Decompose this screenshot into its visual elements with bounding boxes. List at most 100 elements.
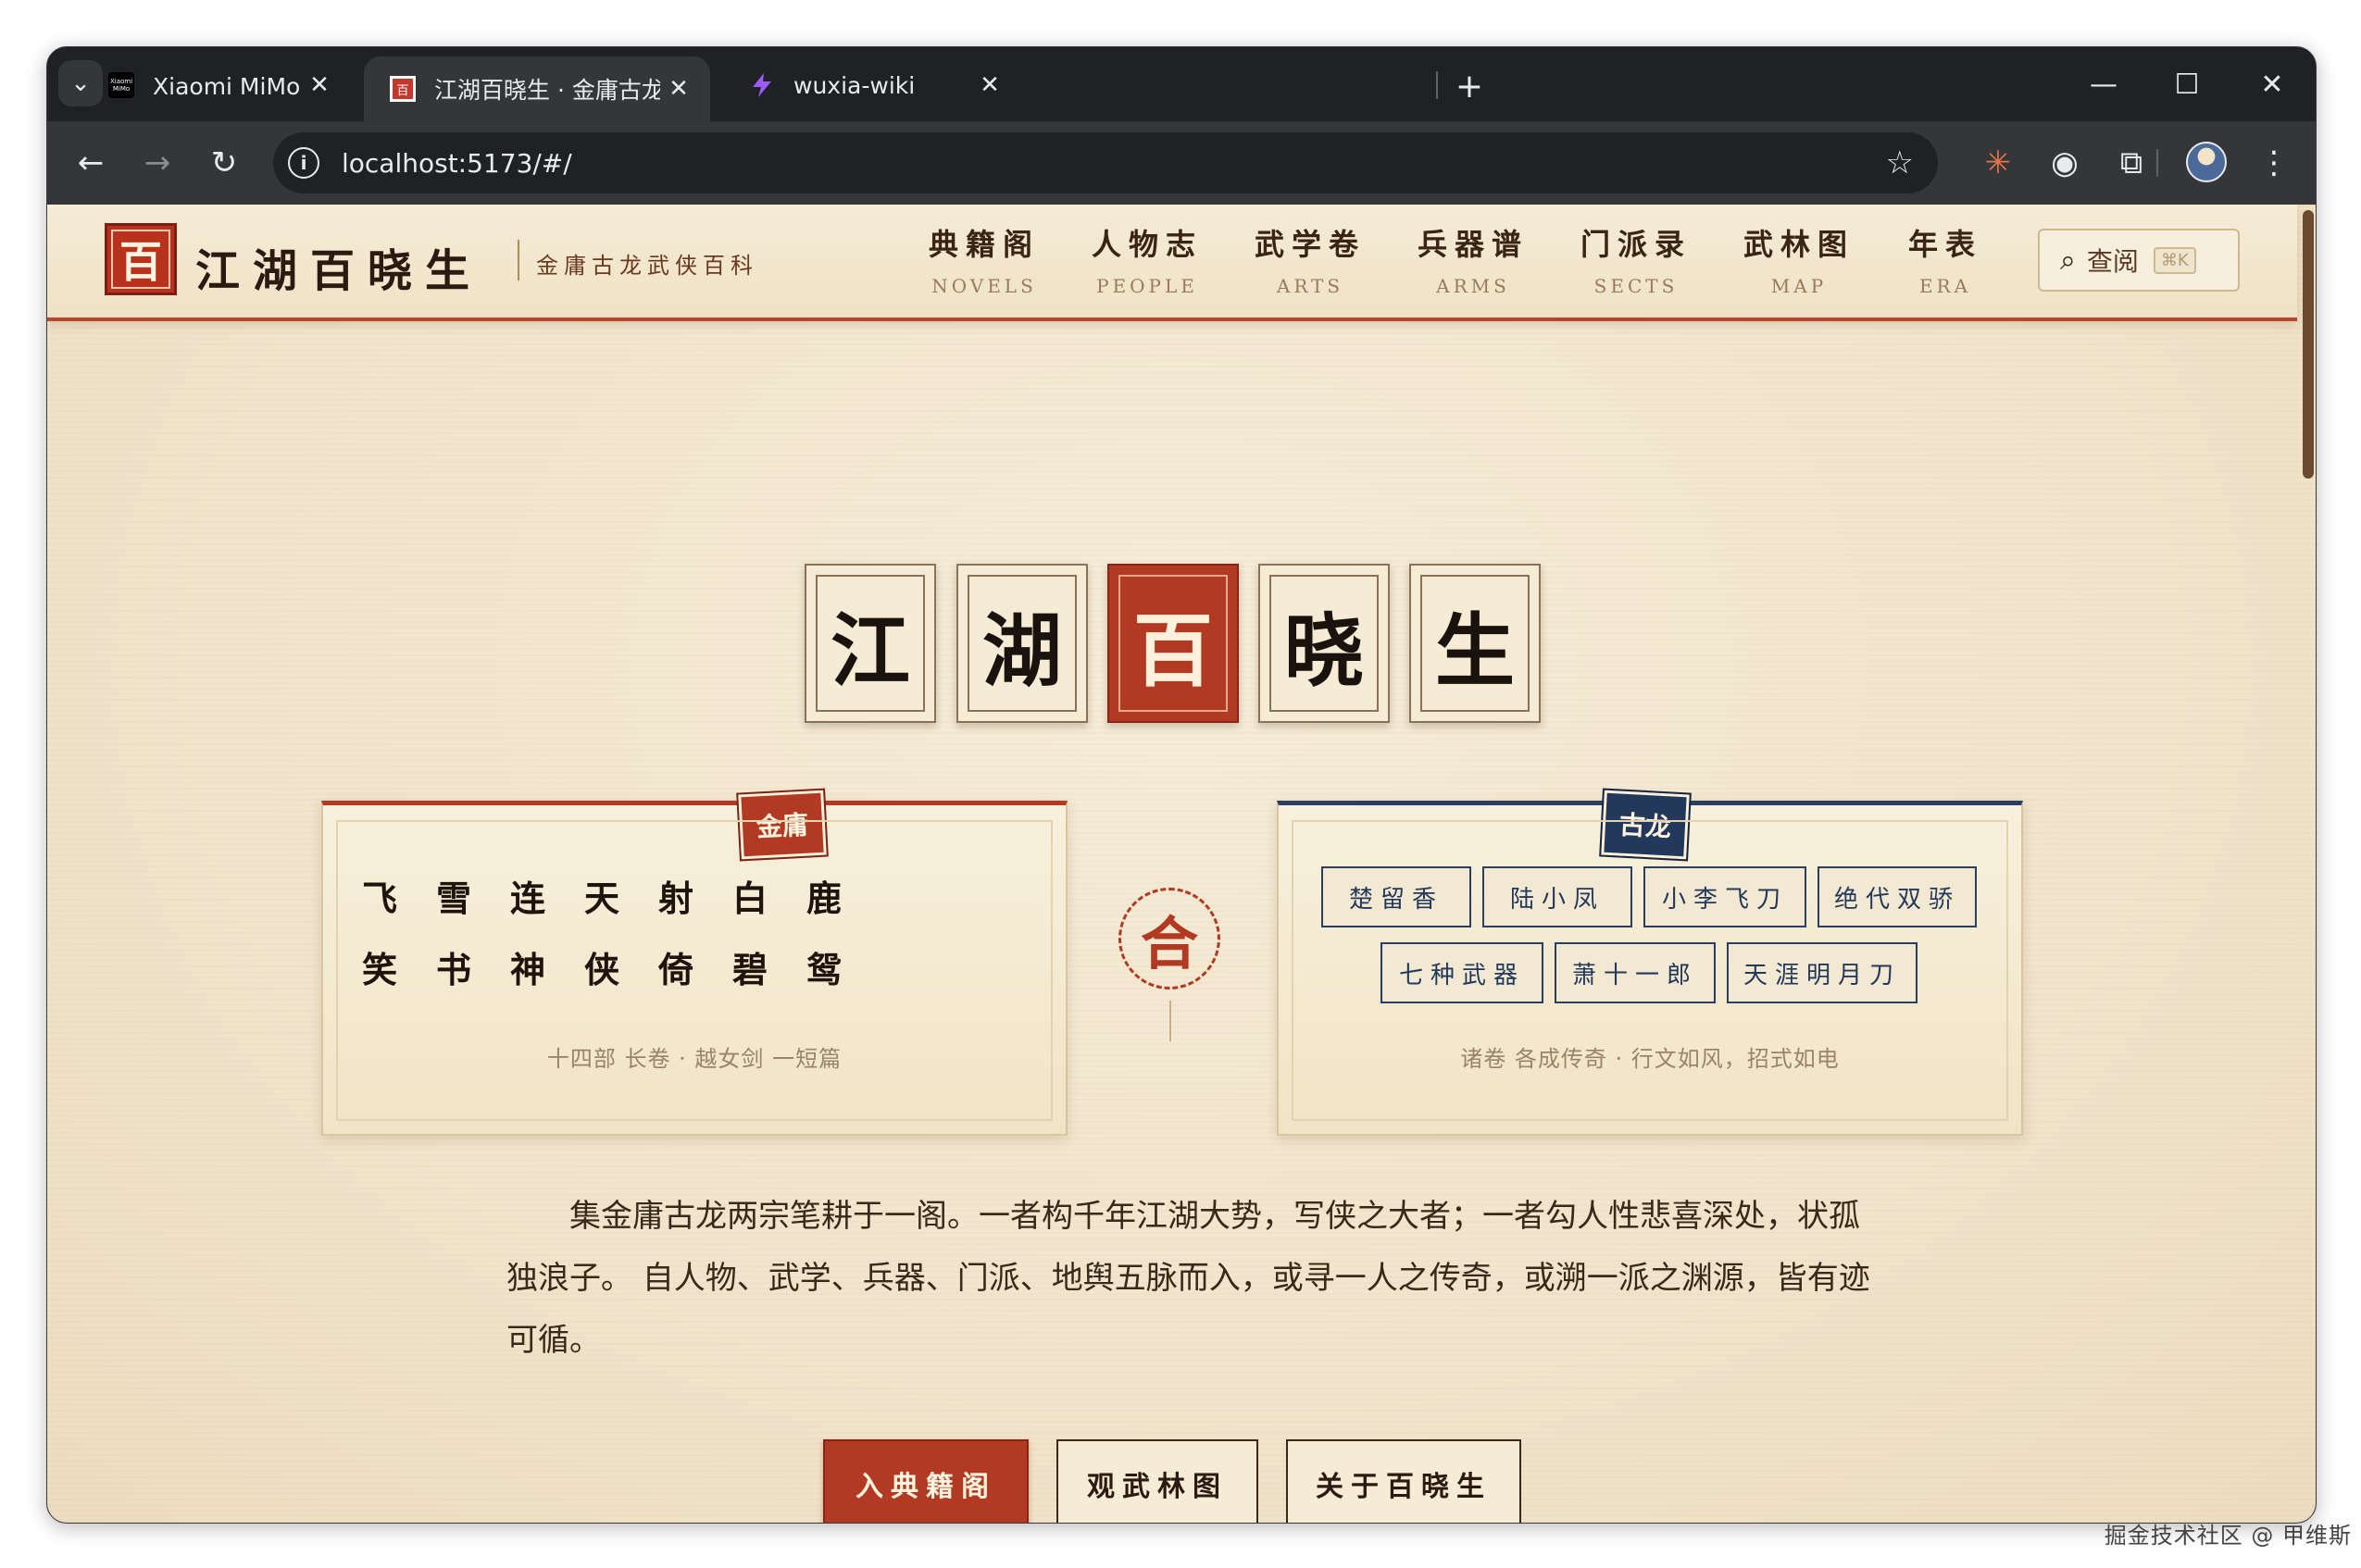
- tab-strip: ⌄ Xiaomi MiMo Xiaomi MiMo 开放平台 ✕ 百 江湖百晓生…: [47, 47, 2316, 121]
- novel-tag[interactable]: 楚留香: [1321, 866, 1471, 927]
- extensions-puzzle-icon[interactable]: ⧉: [2108, 140, 2155, 186]
- site-subtitle: 金庸古龙武侠百科: [536, 253, 758, 279]
- he-seal-icon: 合: [1118, 888, 1220, 989]
- novel-char[interactable]: 雪: [436, 870, 510, 921]
- tab-close-icon[interactable]: ✕: [971, 71, 1008, 99]
- novel-char[interactable]: 鹿: [806, 870, 881, 921]
- logo-seal-icon[interactable]: 百: [105, 223, 177, 295]
- url-text[interactable]: localhost:5173/#/: [342, 148, 1886, 179]
- intro-paragraph: 集金庸古龙两宗笔耕于一阁。一者构千年江湖大势，写侠之大者；一者勾人性悲喜深处，状…: [506, 1198, 1870, 1359]
- novel-tag[interactable]: 绝代双骄: [1818, 866, 1977, 927]
- novel-char[interactable]: 书: [436, 941, 510, 992]
- search-icon: ⌕: [2060, 243, 2076, 277]
- nav-label: 典籍阁: [928, 227, 1040, 262]
- nav-sublabel: NOVELS: [931, 275, 1037, 297]
- tab-separator: [1436, 71, 1438, 99]
- forward-button[interactable]: →: [134, 140, 181, 186]
- toolbar-divider: [2156, 149, 2158, 177]
- seal-divider-line: [1169, 1001, 1171, 1041]
- novel-tag[interactable]: 萧十一郎: [1555, 942, 1716, 1003]
- jinyong-couplet: 飞 雪 连 天 射 白 鹿 笑 书 神 侠 倚 碧 鸳: [362, 870, 881, 1013]
- novel-char[interactable]: 神: [510, 941, 584, 992]
- nav-label: 人物志: [1091, 227, 1203, 262]
- novel-char[interactable]: 侠: [584, 941, 658, 992]
- reload-button[interactable]: ↻: [201, 140, 247, 186]
- title-char: 生: [1435, 604, 1515, 698]
- novel-char[interactable]: 笑: [362, 941, 436, 992]
- novel-tag[interactable]: 小李飞刀: [1643, 866, 1806, 927]
- tab-mimo[interactable]: Xiaomi MiMo Xiaomi MiMo 开放平台 ✕: [82, 56, 351, 114]
- bookmark-star-icon[interactable]: ☆: [1886, 144, 1914, 181]
- new-tab-button[interactable]: +: [1447, 64, 1492, 108]
- tab-wuxia-wiki[interactable]: wuxia-wiki ✕: [723, 56, 1021, 114]
- address-bar[interactable]: i localhost:5173/#/ ☆: [273, 132, 1938, 193]
- site-title[interactable]: 江湖百晓生: [195, 234, 482, 299]
- title-tile-seal: 百: [1107, 564, 1239, 723]
- tab-wuxia-baike[interactable]: 百 江湖百晓生 · 金庸古龙武侠百科 ✕: [364, 56, 710, 121]
- minimize-button[interactable]: —: [2062, 60, 2145, 108]
- nav-people[interactable]: 人物志 PEOPLE: [1078, 221, 1217, 297]
- nav-novels[interactable]: 典籍阁 NOVELS: [915, 221, 1054, 297]
- gulong-card[interactable]: 古龙 楚留香 陆小凤 小李飞刀 绝代双骄 七种武器 萧十一郎 天涯明月刀 诸卷 …: [1277, 788, 2023, 1136]
- novel-tag[interactable]: 天涯明月刀: [1727, 942, 1918, 1003]
- back-button[interactable]: ←: [68, 140, 114, 186]
- nav-sublabel: ARTS: [1276, 275, 1344, 297]
- novel-char[interactable]: 飞: [362, 870, 436, 921]
- extension-claude-icon[interactable]: ✳: [1975, 140, 2021, 186]
- page-scrollbar[interactable]: [2303, 210, 2314, 479]
- nav-sublabel: ERA: [1918, 275, 1972, 297]
- view-map-button[interactable]: 观武林图: [1056, 1439, 1258, 1523]
- novel-tag[interactable]: 陆小凤: [1482, 866, 1632, 927]
- tab-title: 江湖百晓生 · 金庸古龙武侠百科: [434, 77, 660, 104]
- browser-menu-icon[interactable]: ⋮: [2251, 140, 2297, 186]
- gulong-row-2: 七种武器 萧十一郎 天涯明月刀: [1380, 942, 1918, 1003]
- nav-sublabel: ARMS: [1436, 275, 1510, 297]
- novel-char[interactable]: 连: [510, 870, 584, 921]
- couplet-row: 飞 雪 连 天 射 白 鹿: [362, 870, 881, 921]
- nav-sublabel: SECTS: [1593, 275, 1679, 297]
- novel-char[interactable]: 白: [732, 870, 806, 921]
- jinyong-card[interactable]: 金庸 飞 雪 连 天 射 白 鹿 笑 书 神 侠 倚 碧 鸳 十四部 长卷 · …: [321, 788, 1068, 1136]
- search-button[interactable]: ⌕ 查阅 ⌘K: [2038, 229, 2240, 292]
- nav-map[interactable]: 武林图 MAP: [1730, 221, 1868, 297]
- novel-char[interactable]: 碧: [732, 941, 806, 992]
- about-button[interactable]: 关于百晓生: [1286, 1439, 1521, 1523]
- shortcut-hint: ⌘K: [2153, 246, 2196, 274]
- nav-sublabel: MAP: [1770, 275, 1828, 297]
- title-tile: 晓: [1258, 564, 1390, 723]
- novel-tag[interactable]: 七种武器: [1380, 942, 1543, 1003]
- search-label: 查阅: [2086, 246, 2139, 277]
- novel-char[interactable]: 射: [658, 870, 732, 921]
- nav-label: 武林图: [1743, 227, 1855, 262]
- tab-title: wuxia-wiki: [793, 71, 916, 99]
- tab-close-icon[interactable]: ✕: [660, 75, 697, 103]
- novel-char[interactable]: 鸳: [806, 941, 881, 992]
- nav-era[interactable]: 年表 ERA: [1876, 221, 2015, 297]
- nav-sects[interactable]: 门派录 SECTS: [1567, 221, 1705, 297]
- title-tile: 生: [1409, 564, 1541, 723]
- tab-title: Xiaomi MiMo 开放平台: [153, 73, 301, 100]
- page-viewport: 百 江湖百晓生 金庸古龙武侠百科 典籍阁 NOVELS 人物志 PEOPLE 武…: [47, 205, 2316, 1523]
- jinyong-badge: 金庸: [736, 788, 829, 862]
- watermark-text: 掘金技术社区 @ 甲维斯: [2104, 1523, 2352, 1549]
- gulong-row-1: 楚留香 陆小凤 小李飞刀 绝代双骄: [1321, 866, 1977, 927]
- nav-arms[interactable]: 兵器谱 ARMS: [1404, 221, 1543, 297]
- profile-avatar[interactable]: [2186, 142, 2227, 182]
- nav-arts[interactable]: 武学卷 ARTS: [1241, 221, 1380, 297]
- nav-label: 武学卷: [1254, 227, 1366, 262]
- gulong-footer: 诸卷 各成传奇 · 行文如风，招式如电: [1460, 1046, 1840, 1072]
- novel-char[interactable]: 天: [584, 870, 658, 921]
- window-close-button[interactable]: ✕: [2230, 60, 2314, 108]
- tab-close-icon[interactable]: ✕: [301, 71, 338, 99]
- logo-divider: [518, 240, 519, 280]
- extension-openai-icon[interactable]: ◉: [2042, 140, 2088, 186]
- novel-char[interactable]: 倚: [658, 941, 732, 992]
- title-char: 湖: [982, 604, 1062, 698]
- bai-seal-icon: 百: [390, 76, 416, 102]
- site-info-icon[interactable]: i: [288, 147, 319, 179]
- enter-novels-button[interactable]: 入典籍阁: [823, 1439, 1029, 1523]
- nav-label: 兵器谱: [1417, 227, 1529, 262]
- site-header: 百 江湖百晓生 金庸古龙武侠百科 典籍阁 NOVELS 人物志 PEOPLE 武…: [47, 205, 2297, 321]
- maximize-button[interactable]: ☐: [2145, 60, 2229, 108]
- title-char: 晓: [1284, 604, 1364, 698]
